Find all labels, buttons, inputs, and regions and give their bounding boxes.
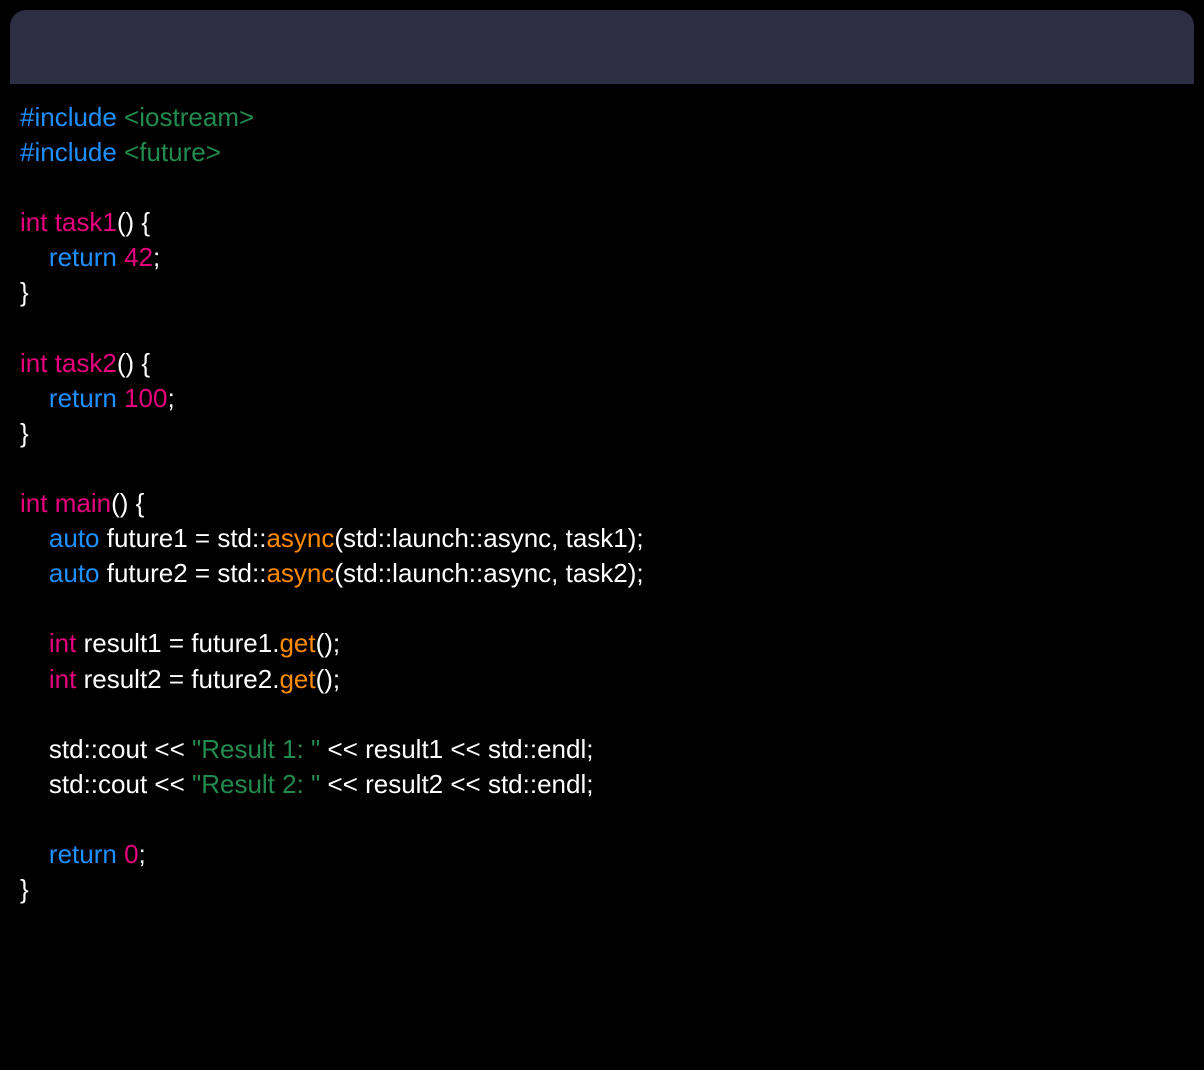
auto-keyword: auto [49,558,100,588]
type-token: int [20,348,47,378]
fn-name: main [55,488,111,518]
code-line: return 100; [20,383,175,413]
auto-keyword: auto [49,523,100,553]
code-line: } [20,874,29,904]
type-token: int [49,664,76,694]
code-header-bar [10,10,1194,84]
code-line: std::cout << "Result 1: " << result1 << … [20,734,593,764]
code-line: int result1 = future1.get(); [20,628,340,658]
type-token: int [20,207,47,237]
code-line: int task1() { [20,207,150,237]
return-keyword: return [49,839,117,869]
return-keyword: return [49,383,117,413]
number-literal: 100 [124,383,167,413]
string-literal: "Result 1: " [192,734,320,764]
fn-name: task1 [55,207,117,237]
code-line: #include <future> [20,137,221,167]
code-line: std::cout << "Result 2: " << result2 << … [20,769,593,799]
header-include: <future> [124,137,221,167]
code-line: } [20,277,29,307]
number-literal: 42 [124,242,153,272]
preproc-token: #include [20,137,117,167]
type-token: int [20,488,47,518]
fn-name: task2 [55,348,117,378]
return-keyword: return [49,242,117,272]
fn-call: async [266,523,334,553]
code-line: #include <iostream> [20,102,254,132]
code-line: int task2() { [20,348,150,378]
type-token: int [49,628,76,658]
fn-call: async [266,558,334,588]
code-line: return 0; [20,839,146,869]
code-block-container: #include <iostream> #include <future> in… [0,10,1204,1070]
code-line: } [20,418,29,448]
code-line: auto future2 = std::async(std::launch::a… [20,558,644,588]
code-line: int result2 = future2.get(); [20,664,340,694]
fn-call: get [279,628,315,658]
string-literal: "Result 2: " [192,769,320,799]
header-include: <iostream> [124,102,254,132]
code-line: return 42; [20,242,160,272]
code-line: auto future1 = std::async(std::launch::a… [20,523,644,553]
preproc-token: #include [20,102,117,132]
fn-call: get [279,664,315,694]
code-content[interactable]: #include <iostream> #include <future> in… [0,84,1204,923]
number-literal: 0 [124,839,138,869]
code-line: int main() { [20,488,144,518]
